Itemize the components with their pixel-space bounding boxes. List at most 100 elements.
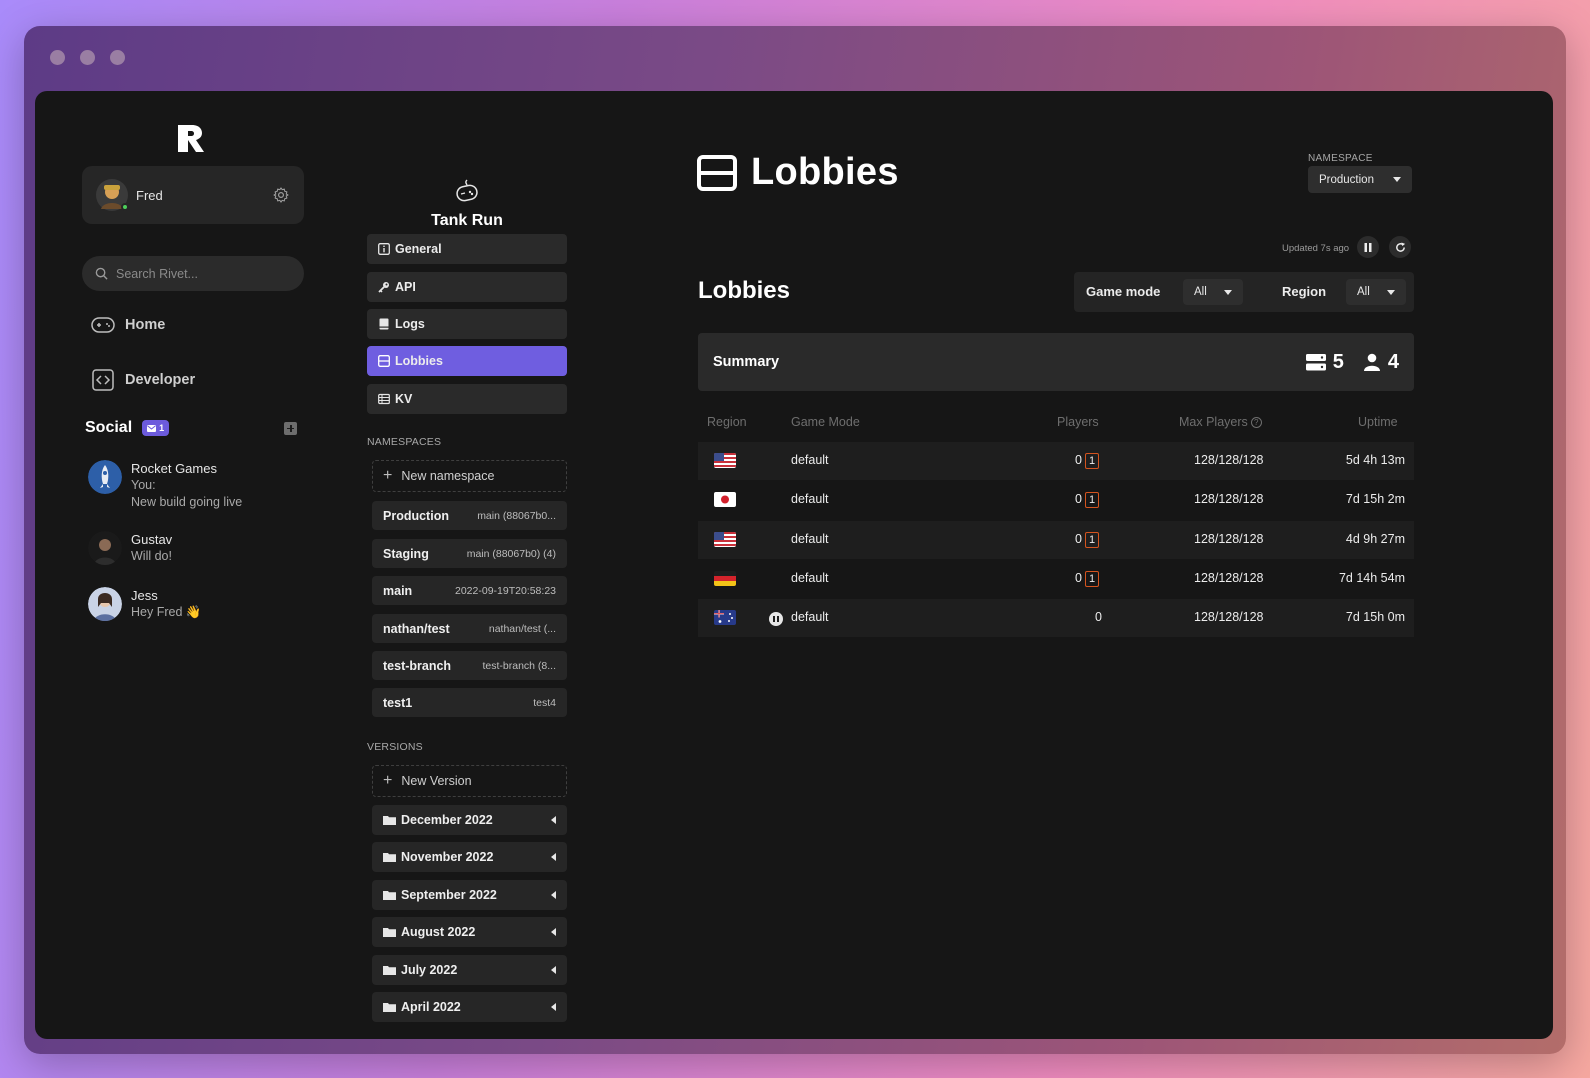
row-uptime: 7d 15h 0m [1345, 610, 1405, 624]
namespace-item[interactable]: main 2022-09-19T20:58:23 [372, 576, 567, 605]
new-namespace-button[interactable]: + New namespace [372, 460, 567, 492]
table-row[interactable]: default 0 128/128/128 7d 15h 0m [698, 599, 1414, 637]
social-title: Social [85, 419, 133, 436]
user-name: Fred [136, 187, 163, 203]
chevron-left-icon [551, 1003, 556, 1011]
folder-icon [383, 1003, 396, 1012]
row-pending-players: 1 [1084, 532, 1100, 548]
col-header-max-players[interactable]: Max Players ? [1179, 415, 1262, 429]
window-dot-minimize[interactable] [80, 50, 95, 65]
col-header-region[interactable]: Region [707, 415, 747, 429]
col-header-game-mode[interactable]: Game Mode [791, 415, 860, 429]
rocket-games-avatar [88, 460, 122, 494]
user-card[interactable]: Fred [82, 166, 304, 224]
chevron-left-icon [551, 816, 556, 824]
new-version-label: New Version [401, 774, 472, 788]
region-select[interactable]: All [1346, 279, 1406, 305]
namespace-version: main (88067b0) (4) [466, 547, 556, 560]
nav-home[interactable]: Home [91, 317, 165, 333]
namespace-name: nathan/test [383, 621, 450, 636]
us-flag-icon [714, 453, 736, 468]
message-badge-count: 1 [159, 423, 165, 433]
code-icon [92, 369, 114, 391]
search-box[interactable] [82, 256, 304, 291]
version-group[interactable]: September 2022 [372, 880, 567, 910]
chat-name: Rocket Games [131, 461, 217, 476]
info-icon [378, 243, 390, 255]
game-menu-api[interactable]: API [367, 272, 567, 302]
col-header-uptime[interactable]: Uptime [1358, 415, 1398, 429]
game-menu-general[interactable]: General [367, 234, 567, 264]
game-menu-logs[interactable]: Logs [367, 309, 567, 339]
caret-down-icon [1393, 177, 1401, 182]
table-row[interactable]: default 01 128/128/128 4d 9h 27m [698, 521, 1414, 559]
chat-item-gustav[interactable]: Gustav Will do! [88, 531, 298, 565]
version-group-label: November 2022 [401, 850, 494, 864]
online-status-dot [121, 203, 129, 211]
chevron-left-icon [551, 928, 556, 936]
row-players-value: 0 [1075, 532, 1082, 546]
au-flag-icon [714, 610, 736, 625]
summary-bar: Summary 5 4 [698, 333, 1414, 391]
game-title: Tank Run [431, 212, 503, 229]
window-dot-maximize[interactable] [110, 50, 125, 65]
col-header-players[interactable]: Players [1057, 415, 1099, 429]
row-game-mode: default [791, 532, 829, 546]
jess-avatar [88, 587, 122, 621]
summary-title: Summary [713, 354, 780, 370]
updated-status: Updated 7s ago [1282, 243, 1350, 254]
version-group-label: September 2022 [401, 888, 497, 902]
row-uptime: 7d 15h 2m [1345, 492, 1405, 506]
folder-icon [383, 966, 396, 975]
chat-message: Hey Fred 👋 [131, 605, 202, 619]
row-max-players: 128/128/128 [1194, 571, 1264, 585]
table-row[interactable]: default 01 128/128/128 5d 4h 13m [698, 442, 1414, 480]
game-menu-lobbies[interactable]: Lobbies [367, 346, 567, 376]
region-value: All [1357, 286, 1370, 298]
help-icon[interactable]: ? [1250, 416, 1262, 428]
new-version-button[interactable]: + New Version [372, 765, 567, 797]
game-controller-icon [456, 179, 478, 202]
namespace-name: test1 [383, 695, 413, 710]
rivet-logo-icon[interactable] [175, 121, 209, 155]
add-friend-icon[interactable] [284, 421, 297, 435]
version-group[interactable]: August 2022 [372, 917, 567, 947]
namespace-name: Staging [383, 546, 429, 561]
version-group[interactable]: December 2022 [372, 805, 567, 835]
gear-icon[interactable] [272, 186, 290, 204]
message-badge[interactable]: 1 [142, 420, 170, 436]
filters-bar: Game mode All Region All [1074, 272, 1414, 312]
namespace-item[interactable]: test-branch test-branch (8... [372, 651, 567, 680]
version-group[interactable]: July 2022 [372, 955, 567, 985]
user-avatar [96, 179, 129, 211]
table-row[interactable]: default 01 128/128/128 7d 14h 54m [698, 560, 1414, 598]
namespace-item[interactable]: test1 test4 [372, 688, 567, 717]
nav-developer[interactable]: Developer [91, 369, 195, 391]
version-group[interactable]: November 2022 [372, 842, 567, 872]
row-game-mode: default [791, 571, 829, 585]
window-dot-close[interactable] [50, 50, 65, 65]
row-pending-players: 1 [1084, 492, 1100, 508]
row-players-value: 0 [1075, 571, 1082, 585]
namespace-item[interactable]: Staging main (88067b0) (4) [372, 539, 567, 568]
refresh-button[interactable] [1389, 236, 1411, 258]
row-players: 01 [1075, 532, 1100, 548]
game-mode-label: Game mode [1086, 284, 1161, 299]
search-input[interactable] [116, 266, 276, 281]
chat-item-jess[interactable]: Jess Hey Fred 👋 [88, 587, 298, 621]
namespace-name: Production [383, 508, 449, 523]
table-row[interactable]: default 01 128/128/128 7d 15h 2m [698, 481, 1414, 519]
region-label: Region [1282, 284, 1327, 299]
chat-item-rocket-games[interactable]: Rocket Games You: New build going live [88, 460, 298, 511]
namespace-item[interactable]: nathan/test nathan/test (... [372, 614, 567, 643]
caret-down-icon [1387, 289, 1395, 295]
namespace-select[interactable]: Production [1308, 166, 1412, 193]
game-menu-kv[interactable]: KV [367, 384, 567, 414]
pause-button[interactable] [1357, 236, 1379, 258]
namespace-item[interactable]: Production main (88067b0... [372, 501, 567, 530]
game-mode-select[interactable]: All [1183, 279, 1243, 305]
folder-icon [383, 891, 396, 900]
version-group[interactable]: April 2022 [372, 992, 567, 1022]
app-frame: Fred Home Developer Social 1 [24, 26, 1566, 1054]
folder-icon [383, 853, 396, 862]
